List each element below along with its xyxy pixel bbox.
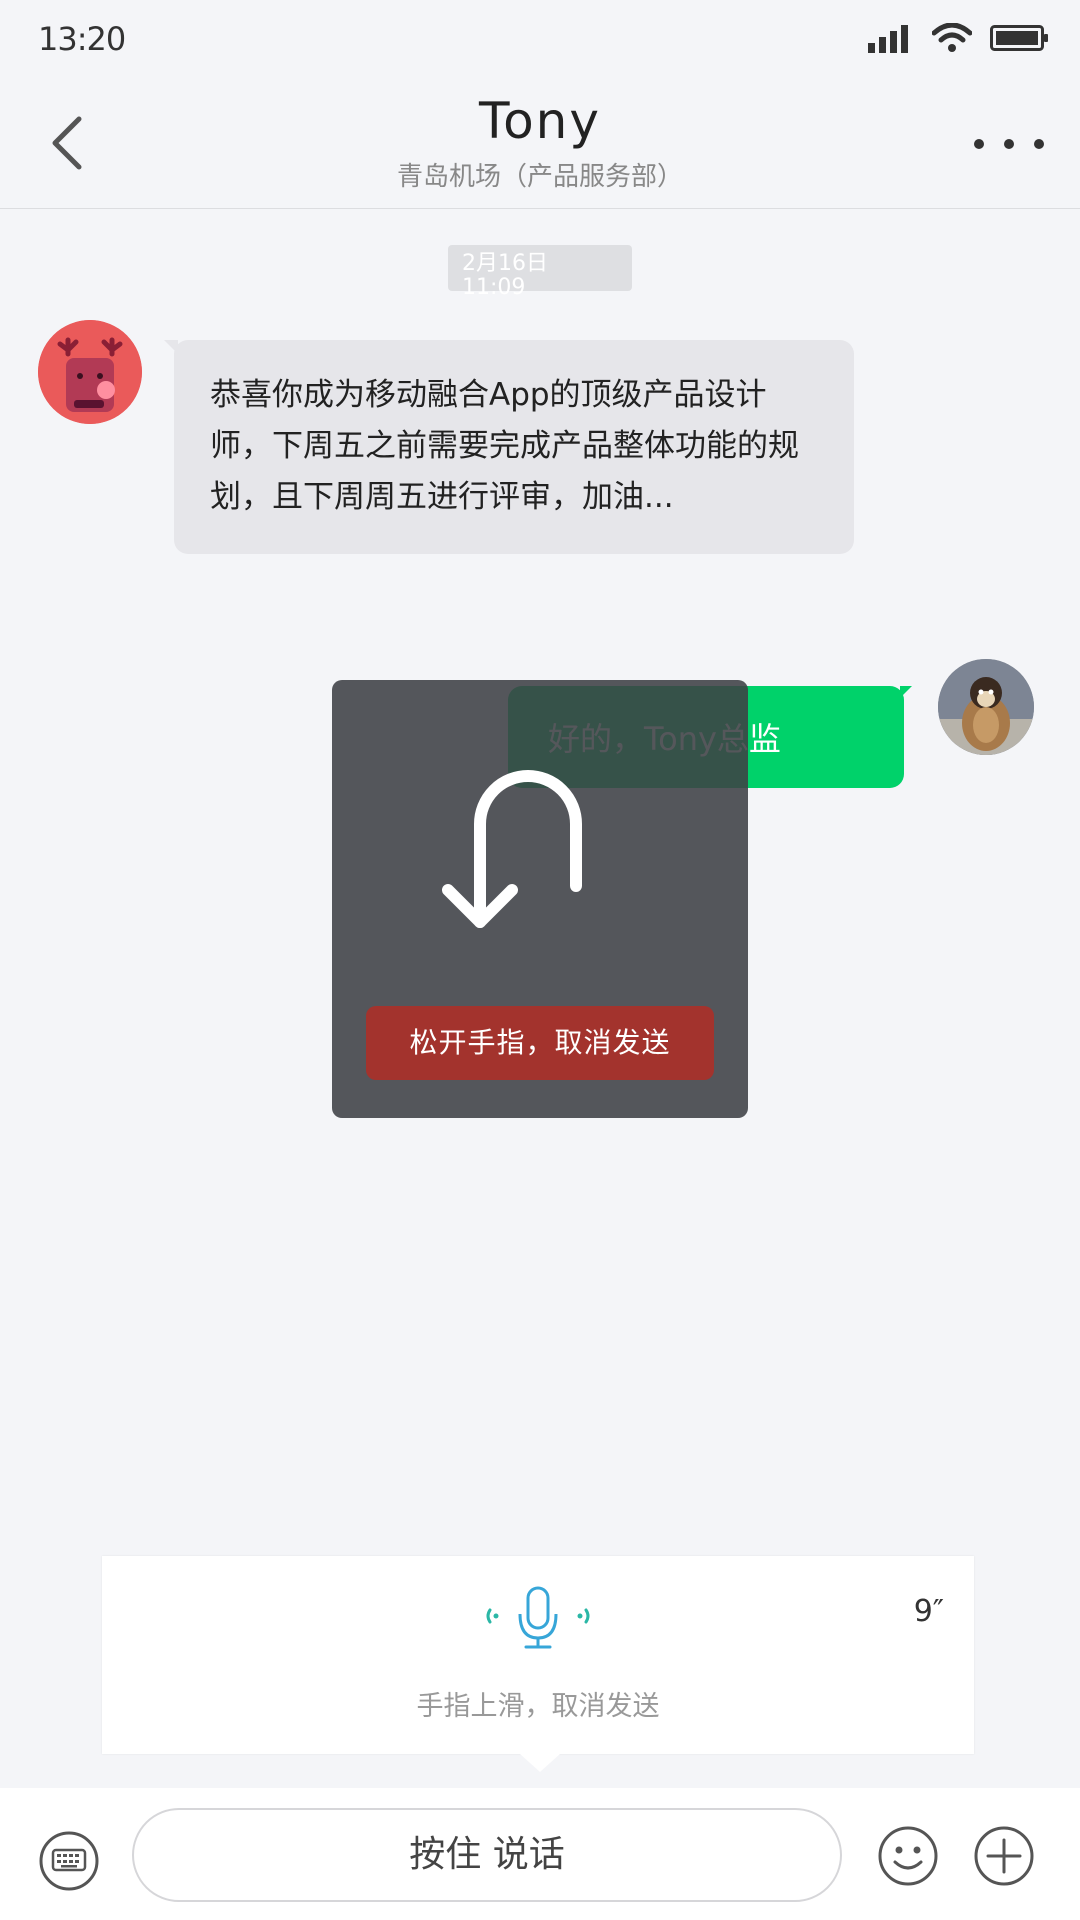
undo-arrow-icon: [442, 770, 582, 928]
more-button[interactable]: [974, 122, 1044, 166]
status-bar: 13:20: [0, 0, 1080, 80]
received-message-bubble[interactable]: 恭喜你成为移动融合App的顶级产品设计师，下周五之前需要完成产品整体功能的规划，…: [164, 340, 854, 554]
cancel-send-overlay: 松开手指，取消发送: [332, 680, 748, 1118]
status-icons: [868, 20, 1050, 60]
chat-header: Tony 青岛机场（产品服务部）: [0, 80, 1080, 209]
contact-avatar[interactable]: [38, 320, 142, 424]
timestamp-time: 11:09: [462, 275, 526, 300]
keyboard-toggle-button[interactable]: [38, 1830, 100, 1892]
plus-icon: [974, 1826, 1034, 1886]
record-hint: 手指上滑，取消发送: [416, 1691, 660, 1722]
chat-title: Tony: [479, 92, 601, 150]
hold-to-talk-button[interactable]: 按住 说话: [132, 1808, 842, 1902]
more-actions-button[interactable]: [972, 1824, 1036, 1888]
signal-icon: [868, 23, 914, 57]
emoji-button[interactable]: [876, 1824, 940, 1888]
message-timestamp: 2月16日 11:09: [448, 245, 632, 300]
penguin-icon: [938, 659, 1034, 755]
keyboard-icon: [39, 1831, 99, 1891]
reindeer-icon: [38, 320, 142, 424]
battery-icon: [990, 23, 1050, 57]
recording-indicator: [482, 1584, 594, 1652]
cancel-send-label: 松开手指，取消发送: [366, 1006, 714, 1080]
microphone-icon: [486, 1586, 590, 1649]
status-time: 13:20: [38, 20, 126, 58]
smiley-icon: [878, 1826, 938, 1886]
chat-subtitle: 青岛机场（产品服务部）: [396, 162, 683, 192]
self-avatar[interactable]: [938, 659, 1034, 755]
input-bar: 按住 说话: [0, 1788, 1080, 1920]
wifi-icon: [931, 22, 973, 57]
chat-screen: 13:20 Tony 青岛机场（产品服务部） 2月16日 11:09 恭喜你成为…: [0, 0, 1080, 1920]
record-timer: 9″: [913, 1594, 944, 1629]
voice-record-panel: 9″ 手指上滑，取消发送: [102, 1556, 974, 1772]
more-dots-icon: [974, 139, 984, 149]
